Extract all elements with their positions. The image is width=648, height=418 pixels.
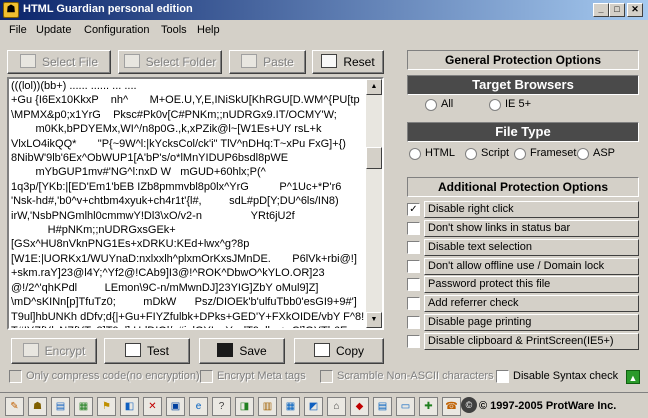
- code-text[interactable]: (((lol))(bb+) ...... ...... ... .... +Gu …: [11, 79, 369, 328]
- test-icon: [124, 343, 141, 357]
- copy-icon: [313, 343, 330, 357]
- code-line: T9ul]hbUNKh dDfv;d{|+Gu+FIYZfulbk+DPks+G…: [11, 310, 365, 323]
- file-type-header: File Type: [407, 122, 639, 142]
- tool-icon-20[interactable]: ☎: [442, 397, 461, 416]
- code-line: @!/2^'qhKPdl LEmon\9C-n/mMwnDJ]23YIG]ZbY…: [11, 281, 319, 294]
- menu-file[interactable]: File: [9, 24, 27, 36]
- option-domain-lock[interactable]: Don't allow offline use / Domain lock: [407, 258, 639, 275]
- select-folder-button[interactable]: Select Folder: [118, 50, 222, 74]
- code-line: H#pNKm;;nUDRGxsGEk+: [11, 224, 176, 237]
- minimize-button[interactable]: _: [593, 3, 609, 17]
- code-line: mYbGUP1mv#'NG^l:nxD W mGUD+60hlx;P(^: [11, 166, 266, 179]
- scroll-down-arrow[interactable]: ▼: [366, 312, 382, 328]
- tool-icon-18[interactable]: ▭: [396, 397, 415, 416]
- vertical-scrollbar[interactable]: ▲ ▼: [366, 79, 382, 328]
- option-disable-text-selection[interactable]: Disable text selection: [407, 239, 639, 256]
- code-line: T#IYZfYlzNZfYTz8]T9ul]:HdDIOl/v#iulGYIze…: [11, 324, 369, 328]
- code-line: \MPMX&p0;x1YrG Pksc#Pk0v[C#PNKm;;nUDRGx9…: [11, 108, 337, 121]
- title-bar: ☗ HTML Guardian personal edition _ □ ✕: [0, 0, 648, 20]
- select-file-button[interactable]: Select File: [7, 50, 111, 74]
- tool-icon-13[interactable]: ▦: [281, 397, 300, 416]
- option-disable-printing[interactable]: Disable page printing: [407, 314, 639, 331]
- code-line: 1q3p/[YKb:|[ED'Em1'bEB IZb8pmmvbl8p0lx^Y…: [11, 180, 342, 193]
- code-line: irW,'NsbPNGmlhl0cmmwY!Dl3\xO/v2-n YRt6jU…: [11, 209, 295, 222]
- scrollbar-thumb[interactable]: [366, 147, 382, 169]
- code-line: 'Nsk-hd#,'b0^v+chtbm4xyuk+ch4r1t'{l#, sd…: [11, 195, 339, 208]
- save-button[interactable]: Save: [199, 338, 285, 364]
- tool-icon-14[interactable]: ◩: [304, 397, 323, 416]
- tool-icon-4[interactable]: ▦: [74, 397, 93, 416]
- menu-help[interactable]: Help: [197, 24, 220, 36]
- test-button[interactable]: Test: [104, 338, 190, 364]
- code-line: +Gu {I6Ex10KkxP nh^ M+OE.U,Y,E,INiSkU[Kh…: [11, 94, 360, 107]
- copy-button[interactable]: Copy: [294, 338, 384, 364]
- tool-icon-2[interactable]: ☗: [28, 397, 47, 416]
- option-checkbox[interactable]: [407, 316, 420, 329]
- tool-icon-17[interactable]: ▤: [373, 397, 392, 416]
- code-line: [W1E:|UORKx1/WUYnaD:nxlxxlh^plxmOrKxsJMn…: [11, 252, 357, 265]
- reset-icon: [321, 54, 338, 68]
- code-editor[interactable]: (((lol))(bb+) ...... ...... ... .... +Gu …: [7, 77, 384, 330]
- tool-icon-11[interactable]: ◨: [235, 397, 254, 416]
- paste-icon: [241, 54, 258, 68]
- option-password-protect[interactable]: Password protect this file: [407, 276, 639, 293]
- go-arrow-icon[interactable]: ▲: [626, 370, 640, 384]
- general-options-header: General Protection Options: [407, 50, 639, 70]
- option-checkbox[interactable]: [407, 335, 420, 348]
- option-disable-clipboard[interactable]: Disable clipboard & PrintScreen(IE5+): [407, 333, 639, 350]
- code-line: \mD^sKINn[p]TfuTz0; mDkW Psz/DIOEk'b'ulf…: [11, 296, 357, 309]
- reset-button[interactable]: Reset: [312, 50, 384, 74]
- tool-icon-19[interactable]: ✚: [419, 397, 438, 416]
- code-line: [GSx^HU8nVknPNG1Es+xDRKU:KEd+lwx^g?8p: [11, 238, 250, 251]
- scroll-up-arrow[interactable]: ▲: [366, 79, 382, 95]
- menu-update[interactable]: Update: [36, 24, 71, 36]
- save-icon: [217, 343, 234, 357]
- paste-button[interactable]: Paste: [229, 50, 306, 74]
- tool-icon-7[interactable]: ✕: [143, 397, 162, 416]
- code-line: 8NibW'9lb'6Ex^ObWUP1[A'bP's/o*lMnYIDUP6b…: [11, 152, 289, 165]
- code-line: m0Kk,bPDYEMx,WI^/n8p0G.,k,xPZik@l~[W1Es+…: [11, 123, 322, 136]
- code-line: VlxLO4ikQQ* "P{~9W^l:|kYcksCol/ck'i" TlV…: [11, 137, 346, 150]
- tool-icon-6[interactable]: ◧: [120, 397, 139, 416]
- tool-icon-9[interactable]: e: [189, 397, 208, 416]
- target-browsers-header: Target Browsers: [407, 75, 639, 95]
- file-icon: [19, 54, 36, 68]
- tool-icon-15[interactable]: ⌂: [327, 397, 346, 416]
- lock-icon: [22, 343, 39, 357]
- tool-icon-8[interactable]: ▣: [166, 397, 185, 416]
- menu-configuration[interactable]: Configuration: [84, 24, 149, 36]
- menu-bar: File Update Configuration Tools Help: [0, 21, 648, 40]
- status-bar: ✎ ☗ ▤ ▦ ⚑ ◧ ✕ ▣ e ? ◨ ▥ ▦ ◩ ⌂ ◆ ▤ ▭ ✚ ☎ …: [0, 392, 648, 418]
- option-checkbox[interactable]: [407, 278, 420, 291]
- option-checkbox[interactable]: [407, 241, 420, 254]
- code-line: +skm.raY]23@l4Y;^Yf2@!CAb9]I3@!^ROK^DbwO…: [11, 267, 325, 280]
- tool-icon-5[interactable]: ⚑: [97, 397, 116, 416]
- encrypt-button[interactable]: Encrypt: [11, 338, 97, 364]
- option-referrer-check[interactable]: Add referrer check: [407, 295, 639, 312]
- tool-icon-10[interactable]: ?: [212, 397, 231, 416]
- additional-options-header: Additional Protection Options: [407, 177, 639, 197]
- copyright-text: © 1997-2005 ProtWare Inc.: [479, 400, 617, 412]
- app-icon: ☗: [3, 2, 19, 18]
- option-hide-status-links[interactable]: Don't show links in status bar: [407, 220, 639, 237]
- close-button[interactable]: ✕: [627, 3, 643, 17]
- tool-icon-3[interactable]: ▤: [51, 397, 70, 416]
- window-title: HTML Guardian personal edition: [23, 3, 193, 15]
- tool-icon-16[interactable]: ◆: [350, 397, 369, 416]
- maximize-button[interactable]: □: [609, 3, 625, 17]
- copyright-icon: ©: [461, 397, 477, 413]
- code-line: (((lol))(bb+) ...... ...... ... ....: [11, 80, 137, 92]
- tool-icon-12[interactable]: ▥: [258, 397, 277, 416]
- menu-tools[interactable]: Tools: [161, 24, 187, 36]
- tool-icon-1[interactable]: ✎: [5, 397, 24, 416]
- option-checkbox[interactable]: ✓: [407, 203, 420, 216]
- option-checkbox[interactable]: [407, 297, 420, 310]
- option-checkbox[interactable]: [407, 222, 420, 235]
- folder-icon: [123, 54, 140, 68]
- option-disable-right-click[interactable]: ✓ Disable right click: [407, 201, 639, 218]
- option-checkbox[interactable]: [407, 260, 420, 273]
